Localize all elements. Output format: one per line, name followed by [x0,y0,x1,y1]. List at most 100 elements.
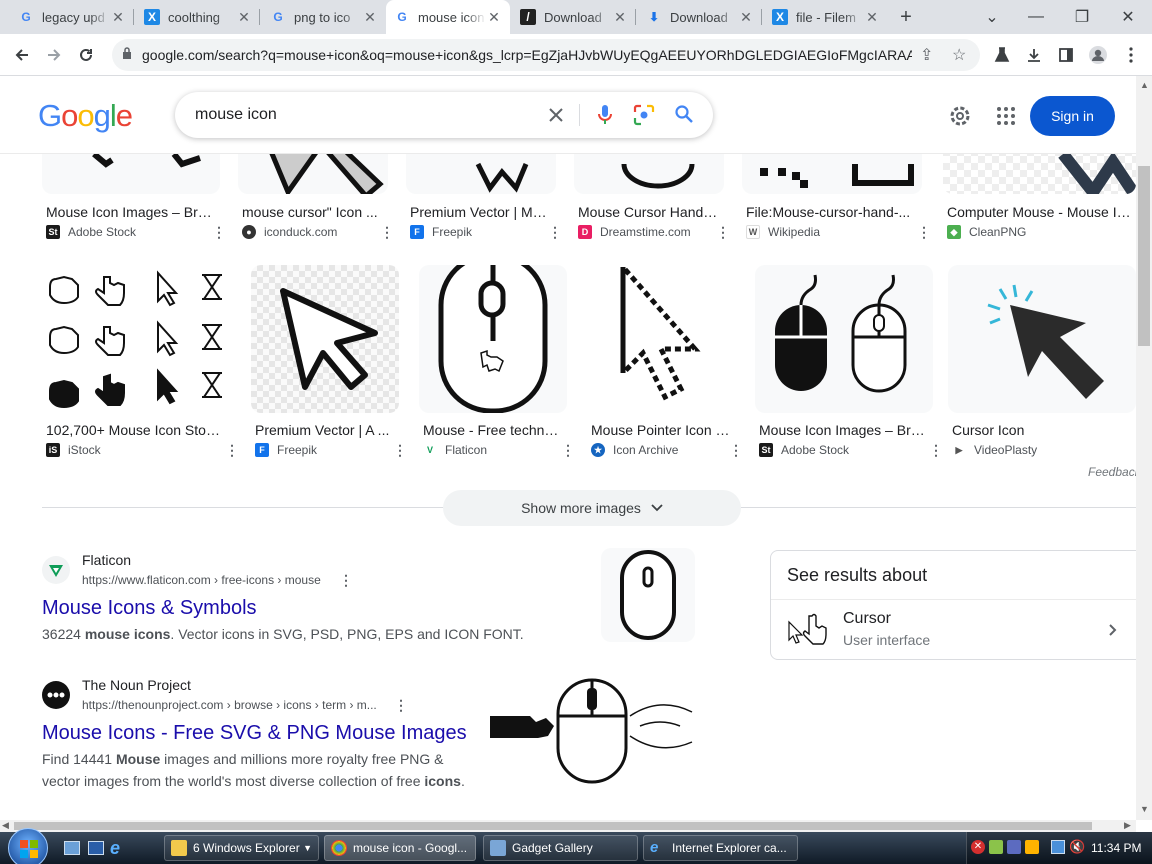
image-thumb[interactable] [742,154,922,194]
error-tray-icon[interactable]: ✕ [971,840,985,854]
result-options-icon[interactable]: ⋮ [394,697,408,714]
image-source[interactable]: F Freepik [255,443,317,457]
internet-explorer-icon[interactable]: e [110,838,120,859]
image-caption[interactable]: Premium Vector | Mo... [410,204,550,220]
more-options-icon[interactable]: ⋮ [548,224,562,241]
image-caption[interactable]: Mouse Cursor Hand I... [578,204,718,220]
tab-filem[interactable]: X file - Filem ✕ [764,0,888,34]
google-logo[interactable]: Google [38,98,133,134]
address-bar[interactable]: google.com/search?q=mouse+icon&oq=mouse+… [112,39,980,71]
image-thumb[interactable] [574,154,724,194]
taskbar-windows-explorer[interactable]: 6 Windows Explorer ▼ [164,835,319,861]
image-thumb[interactable] [943,154,1136,194]
image-source[interactable]: ◆ CleanPNG [947,225,1026,239]
more-options-icon[interactable]: ⋮ [225,442,239,459]
horizontal-scrollbar[interactable]: ◀ ▶ [0,820,1136,832]
more-options-icon[interactable]: ⋮ [917,224,931,241]
back-button[interactable] [6,39,38,71]
clock[interactable]: 11:34 PM [1091,841,1141,855]
close-tab-icon[interactable]: ✕ [738,9,754,26]
image-thumb[interactable] [42,265,232,413]
settings-gear-icon[interactable] [948,104,972,128]
scroll-left-arrow-icon[interactable]: ◀ [2,820,9,831]
close-tab-icon[interactable]: ✕ [864,9,880,26]
horizontal-scroll-thumb[interactable] [14,822,1092,830]
search-input[interactable]: mouse icon [195,106,277,124]
apps-grid-icon[interactable] [996,106,1016,126]
result-url[interactable]: https://www.flaticon.com › free-icons › … [82,573,321,587]
scroll-up-arrow-icon[interactable]: ▲ [1140,80,1149,90]
share-icon[interactable]: ⇪ [920,45,933,65]
scroll-down-arrow-icon[interactable]: ▼ [1140,804,1149,814]
close-tab-icon[interactable]: ✕ [236,9,252,26]
image-caption[interactable]: Mouse Icon Images – Bro... [46,204,216,220]
profile-button[interactable] [1082,39,1114,71]
minimize-button[interactable]: — [1016,0,1056,34]
close-window-button[interactable]: ✕ [1108,0,1148,34]
tray-app-icon[interactable] [1007,840,1021,854]
maximize-button[interactable]: ❐ [1062,0,1102,34]
image-caption[interactable]: Mouse - Free techno... [423,422,563,438]
image-source[interactable]: F Freepik [410,225,472,239]
show-more-images-button[interactable]: Show more images [443,490,741,526]
image-source[interactable]: W Wikipedia [746,225,820,239]
network-icon[interactable] [1051,840,1065,854]
extensions-button[interactable] [986,39,1018,71]
more-options-icon[interactable]: ⋮ [716,224,730,241]
image-source[interactable]: ● iconduck.com [242,225,337,239]
image-source[interactable]: ▶ VideoPlasty [952,443,1037,457]
more-options-icon[interactable]: ⋮ [212,224,226,241]
close-tab-icon[interactable]: ✕ [612,9,628,26]
image-thumb[interactable] [238,154,388,194]
image-caption[interactable]: File:Mouse-cursor-hand-... [746,204,916,220]
image-caption[interactable]: Mouse Pointer Icon | ... [591,422,731,438]
side-panel-button[interactable] [1050,39,1082,71]
image-thumb[interactable] [251,265,399,413]
result-title-link[interactable]: Mouse Icons & Symbols [42,597,257,620]
image-thumb[interactable] [406,154,556,194]
image-source[interactable]: St Adobe Stock [759,443,849,457]
scroll-right-arrow-icon[interactable]: ▶ [1124,820,1131,831]
clear-search-icon[interactable] [547,106,565,124]
result-title-link[interactable]: Mouse Icons - Free SVG & PNG Mouse Image… [42,722,467,745]
more-options-icon[interactable]: ⋮ [393,442,407,459]
image-caption[interactable]: Mouse Icon Images – Bro... [759,422,929,438]
close-tab-icon[interactable]: ✕ [362,9,378,26]
image-caption[interactable]: 102,700+ Mouse Icon Stock... [46,422,226,438]
sign-in-button[interactable]: Sign in [1030,96,1115,136]
start-button[interactable] [8,828,48,864]
bookmark-star-icon[interactable]: ☆ [952,45,966,65]
google-lens-icon[interactable] [633,104,655,126]
image-source[interactable]: ★ Icon Archive [591,443,678,457]
close-tab-icon[interactable]: ✕ [110,9,126,26]
image-source[interactable]: V Flaticon [423,443,487,457]
reload-button[interactable] [70,39,102,71]
tab-list-button[interactable]: ⌄ [972,0,1012,34]
tab-png-to-ico[interactable]: G png to ico ✕ [262,0,386,34]
image-caption[interactable]: mouse cursor" Icon ... [242,204,382,220]
image-thumb[interactable] [419,265,567,413]
image-source[interactable]: St Adobe Stock [46,225,136,239]
taskbar-chrome[interactable]: mouse icon - Googl... [324,835,476,861]
more-options-icon[interactable]: ⋮ [729,442,743,459]
close-tab-icon[interactable]: ✕ [486,9,502,26]
image-source[interactable]: iS iStock [46,443,101,457]
result-options-icon[interactable]: ⋮ [339,572,353,589]
result-url[interactable]: https://thenounproject.com › browse › ic… [82,698,377,712]
image-thumb[interactable] [755,265,933,413]
tab-mouse-icon[interactable]: G mouse icon ✕ [386,0,510,34]
show-desktop-icon[interactable] [64,841,80,855]
image-thumb[interactable] [42,154,220,194]
search-box[interactable]: mouse icon [175,92,713,138]
taskbar-internet-explorer[interactable]: e Internet Explorer ca... [643,835,798,861]
image-caption[interactable]: Premium Vector | A ... [255,422,395,438]
switch-windows-icon[interactable] [88,841,104,855]
search-icon[interactable] [674,104,694,124]
tray-app-icon[interactable] [1025,840,1039,854]
downloads-button[interactable] [1018,39,1050,71]
tab-coolthing[interactable]: X coolthing ✕ [136,0,260,34]
new-tab-button[interactable]: + [886,0,926,34]
more-options-icon[interactable]: ⋮ [380,224,394,241]
image-thumb[interactable] [587,265,735,413]
image-caption[interactable]: Cursor Icon [952,422,1132,438]
